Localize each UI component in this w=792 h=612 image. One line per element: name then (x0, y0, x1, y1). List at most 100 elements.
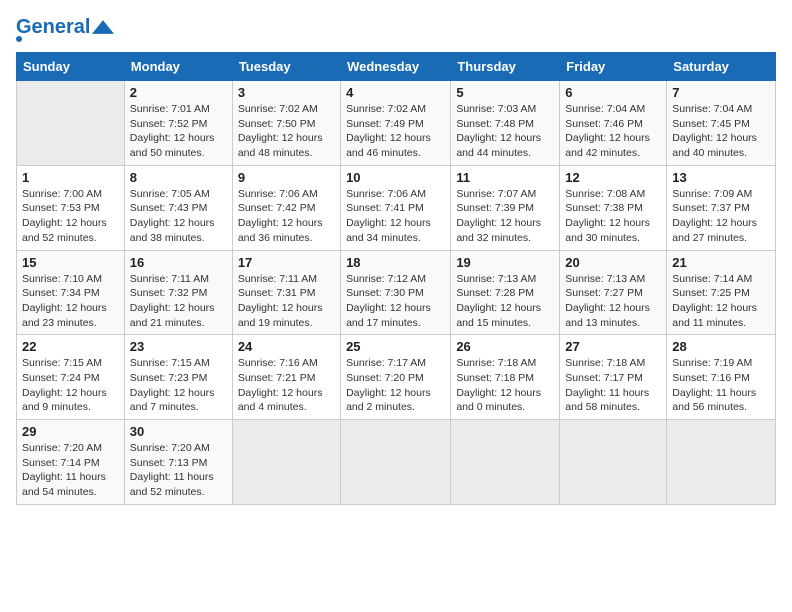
day-number: 16 (130, 255, 227, 270)
col-header-saturday: Saturday (667, 53, 776, 81)
calendar-week-row: 15 Sunrise: 7:10 AM Sunset: 7:34 PM Dayli… (17, 250, 776, 335)
day-number: 1 (22, 170, 119, 185)
col-header-thursday: Thursday (451, 53, 560, 81)
calendar-cell (17, 81, 125, 166)
day-number: 13 (672, 170, 770, 185)
day-info: Sunrise: 7:06 AM Sunset: 7:42 PM Dayligh… (238, 187, 335, 246)
day-number: 29 (22, 424, 119, 439)
day-number: 9 (238, 170, 335, 185)
day-number: 28 (672, 339, 770, 354)
calendar-cell: 18Sunrise: 7:12 AM Sunset: 7:30 PM Dayli… (341, 250, 451, 335)
calendar-cell (232, 420, 340, 505)
calendar-cell (451, 420, 560, 505)
calendar-cell: 25 Sunrise: 7:17 AM Sunset: 7:20 PM Dayli… (341, 335, 451, 420)
calendar-cell: 29 Sunrise: 7:20 AM Sunset: 7:14 PM Dayli… (17, 420, 125, 505)
logo: General (16, 16, 114, 42)
calendar-cell (667, 420, 776, 505)
day-info: Sunrise: 7:20 AM Sunset: 7:14 PM Dayligh… (22, 441, 119, 500)
day-info: Sunrise: 7:01 AM Sunset: 7:52 PM Dayligh… (130, 102, 227, 161)
calendar-cell: 21 Sunrise: 7:14 AM Sunset: 7:25 PM Dayli… (667, 250, 776, 335)
calendar-cell: 6 Sunrise: 7:04 AM Sunset: 7:46 PM Daylig… (560, 81, 667, 166)
day-info: Sunrise: 7:03 AM Sunset: 7:48 PM Dayligh… (456, 102, 554, 161)
calendar-cell: 7 Sunrise: 7:04 AM Sunset: 7:45 PM Daylig… (667, 81, 776, 166)
day-info: Sunrise: 7:13 AM Sunset: 7:28 PM Dayligh… (456, 272, 554, 331)
calendar-cell: 2 Sunrise: 7:01 AM Sunset: 7:52 PM Daylig… (124, 81, 232, 166)
day-info: Sunrise: 7:07 AM Sunset: 7:39 PM Dayligh… (456, 187, 554, 246)
calendar-cell: 10 Sunrise: 7:06 AM Sunset: 7:41 PM Dayli… (341, 165, 451, 250)
day-info: Sunrise: 7:16 AM Sunset: 7:21 PM Dayligh… (238, 356, 335, 415)
calendar-week-row: 2 Sunrise: 7:01 AM Sunset: 7:52 PM Daylig… (17, 81, 776, 166)
day-info: Sunrise: 7:11 AM Sunset: 7:32 PM Dayligh… (130, 272, 227, 331)
day-info: Sunrise: 7:06 AM Sunset: 7:41 PM Dayligh… (346, 187, 445, 246)
day-number: 3 (238, 85, 335, 100)
calendar-cell: 15 Sunrise: 7:10 AM Sunset: 7:34 PM Dayli… (17, 250, 125, 335)
day-number: 11 (456, 170, 554, 185)
col-header-tuesday: Tuesday (232, 53, 340, 81)
calendar-cell: 9 Sunrise: 7:06 AM Sunset: 7:42 PM Daylig… (232, 165, 340, 250)
day-number: 17 (238, 255, 335, 270)
day-number: 10 (346, 170, 445, 185)
day-info: Sunrise: 7:13 AM Sunset: 7:27 PM Dayligh… (565, 272, 661, 331)
day-info: Sunrise: 7:18 AM Sunset: 7:18 PM Dayligh… (456, 356, 554, 415)
day-info: Sunrise: 7:18 AM Sunset: 7:17 PM Dayligh… (565, 356, 661, 415)
calendar-cell: 22 Sunrise: 7:15 AM Sunset: 7:24 PM Dayli… (17, 335, 125, 420)
calendar-cell (341, 420, 451, 505)
day-number: 30 (130, 424, 227, 439)
calendar-cell: 17 Sunrise: 7:11 AM Sunset: 7:31 PM Dayli… (232, 250, 340, 335)
day-number: 22 (22, 339, 119, 354)
logo-icon (92, 20, 114, 34)
day-number: 15 (22, 255, 119, 270)
day-number: 24 (238, 339, 335, 354)
calendar-week-row: 1 Sunrise: 7:00 AM Sunset: 7:53 PM Daylig… (17, 165, 776, 250)
calendar-cell: 12 Sunrise: 7:08 AM Sunset: 7:38 PM Dayli… (560, 165, 667, 250)
day-info: Sunrise: 7:11 AM Sunset: 7:31 PM Dayligh… (238, 272, 335, 331)
day-number: 25 (346, 339, 445, 354)
col-header-friday: Friday (560, 53, 667, 81)
calendar-cell: 23 Sunrise: 7:15 AM Sunset: 7:23 PM Dayli… (124, 335, 232, 420)
day-info: Sunrise: 7:08 AM Sunset: 7:38 PM Dayligh… (565, 187, 661, 246)
day-info: Sunrise: 7:15 AM Sunset: 7:23 PM Dayligh… (130, 356, 227, 415)
day-info: Sunrise: 7:04 AM Sunset: 7:46 PM Dayligh… (565, 102, 661, 161)
calendar-cell: 13Sunrise: 7:09 AM Sunset: 7:37 PM Dayli… (667, 165, 776, 250)
day-info: Sunrise: 7:19 AM Sunset: 7:16 PM Dayligh… (672, 356, 770, 415)
day-info: Sunrise: 7:00 AM Sunset: 7:53 PM Dayligh… (22, 187, 119, 246)
day-number: 2 (130, 85, 227, 100)
calendar-cell (560, 420, 667, 505)
day-info: Sunrise: 7:02 AM Sunset: 7:49 PM Dayligh… (346, 102, 445, 161)
day-number: 5 (456, 85, 554, 100)
day-info: Sunrise: 7:05 AM Sunset: 7:43 PM Dayligh… (130, 187, 227, 246)
day-info: Sunrise: 7:10 AM Sunset: 7:34 PM Dayligh… (22, 272, 119, 331)
calendar-cell: 19 Sunrise: 7:13 AM Sunset: 7:28 PM Dayli… (451, 250, 560, 335)
calendar-cell: 26 Sunrise: 7:18 AM Sunset: 7:18 PM Dayli… (451, 335, 560, 420)
day-number: 20 (565, 255, 661, 270)
calendar-cell: 28 Sunrise: 7:19 AM Sunset: 7:16 PM Dayli… (667, 335, 776, 420)
day-info: Sunrise: 7:04 AM Sunset: 7:45 PM Dayligh… (672, 102, 770, 161)
calendar-cell: 1 Sunrise: 7:00 AM Sunset: 7:53 PM Daylig… (17, 165, 125, 250)
calendar-header-row: SundayMondayTuesdayWednesdayThursdayFrid… (17, 53, 776, 81)
day-number: 8 (130, 170, 227, 185)
day-number: 23 (130, 339, 227, 354)
calendar-cell: 16 Sunrise: 7:11 AM Sunset: 7:32 PM Dayli… (124, 250, 232, 335)
col-header-monday: Monday (124, 53, 232, 81)
day-number: 21 (672, 255, 770, 270)
calendar-cell: 8 Sunrise: 7:05 AM Sunset: 7:43 PM Daylig… (124, 165, 232, 250)
day-number: 12 (565, 170, 661, 185)
day-number: 6 (565, 85, 661, 100)
day-info: Sunrise: 7:20 AM Sunset: 7:13 PM Dayligh… (130, 441, 227, 500)
day-info: Sunrise: 7:14 AM Sunset: 7:25 PM Dayligh… (672, 272, 770, 331)
calendar-week-row: 29 Sunrise: 7:20 AM Sunset: 7:14 PM Dayli… (17, 420, 776, 505)
day-number: 18 (346, 255, 445, 270)
day-info: Sunrise: 7:15 AM Sunset: 7:24 PM Dayligh… (22, 356, 119, 415)
calendar-cell: 11 Sunrise: 7:07 AM Sunset: 7:39 PM Dayli… (451, 165, 560, 250)
calendar-week-row: 22 Sunrise: 7:15 AM Sunset: 7:24 PM Dayli… (17, 335, 776, 420)
day-info: Sunrise: 7:17 AM Sunset: 7:20 PM Dayligh… (346, 356, 445, 415)
calendar-cell: 27Sunrise: 7:18 AM Sunset: 7:17 PM Dayli… (560, 335, 667, 420)
day-number: 19 (456, 255, 554, 270)
col-header-sunday: Sunday (17, 53, 125, 81)
day-number: 26 (456, 339, 554, 354)
calendar-table: SundayMondayTuesdayWednesdayThursdayFrid… (16, 52, 776, 505)
calendar-cell: 4 Sunrise: 7:02 AM Sunset: 7:49 PM Daylig… (341, 81, 451, 166)
day-number: 4 (346, 85, 445, 100)
calendar-cell: 3Sunrise: 7:02 AM Sunset: 7:50 PM Daylig… (232, 81, 340, 166)
day-number: 7 (672, 85, 770, 100)
